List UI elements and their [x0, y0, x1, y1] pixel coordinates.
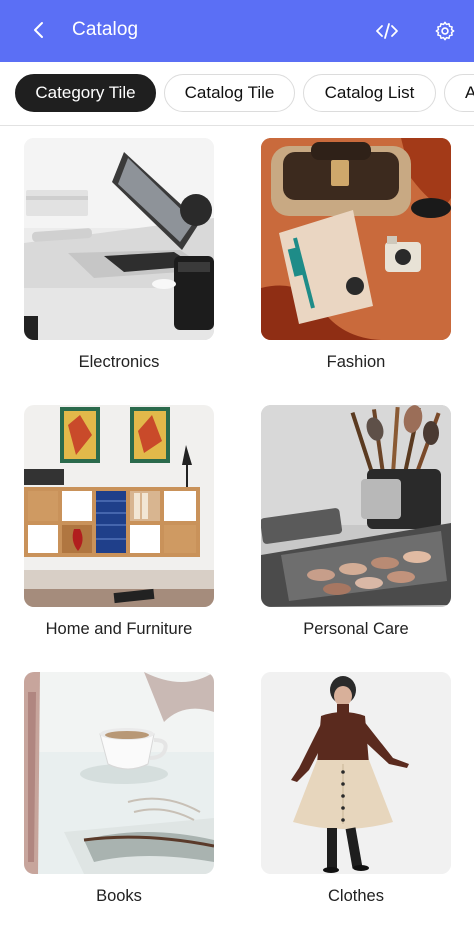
settings-button[interactable]	[429, 15, 461, 47]
home-furniture-image	[24, 405, 214, 607]
back-button[interactable]	[24, 15, 54, 45]
app-bar: Catalog	[0, 0, 474, 62]
tab-catalog-list[interactable]: Catalog List	[303, 74, 436, 112]
category-card-home-furniture[interactable]: Home and Furniture	[24, 405, 214, 638]
category-card-personal-care[interactable]: Personal Care	[261, 405, 451, 638]
page-title: Catalog	[72, 19, 139, 40]
code-button[interactable]	[371, 15, 403, 47]
category-label: Electronics	[78, 353, 160, 371]
category-label: Fashion	[326, 353, 386, 371]
clothes-image	[261, 672, 451, 874]
view-tabs: Category Tile Catalog Tile Catalog List …	[0, 62, 474, 126]
category-card-books[interactable]: Books	[24, 672, 214, 905]
gear-icon	[435, 21, 455, 41]
books-image	[24, 672, 214, 874]
category-card-electronics[interactable]: Electronics	[24, 138, 214, 371]
tab-partial[interactable]: A	[444, 74, 474, 112]
fashion-image	[261, 138, 451, 340]
electronics-image	[24, 138, 214, 340]
tab-catalog-tile[interactable]: Catalog Tile	[164, 74, 295, 112]
category-label: Home and Furniture	[45, 620, 193, 638]
category-label: Personal Care	[303, 620, 409, 638]
category-card-clothes[interactable]: Clothes	[261, 672, 451, 905]
code-icon	[376, 23, 398, 39]
arrow-left-icon	[34, 22, 43, 38]
personal-care-image	[261, 405, 451, 607]
category-label: Books	[96, 887, 142, 905]
tab-category-tile[interactable]: Category Tile	[15, 74, 156, 112]
category-card-fashion[interactable]: Fashion	[261, 138, 451, 371]
category-label: Clothes	[328, 887, 384, 905]
